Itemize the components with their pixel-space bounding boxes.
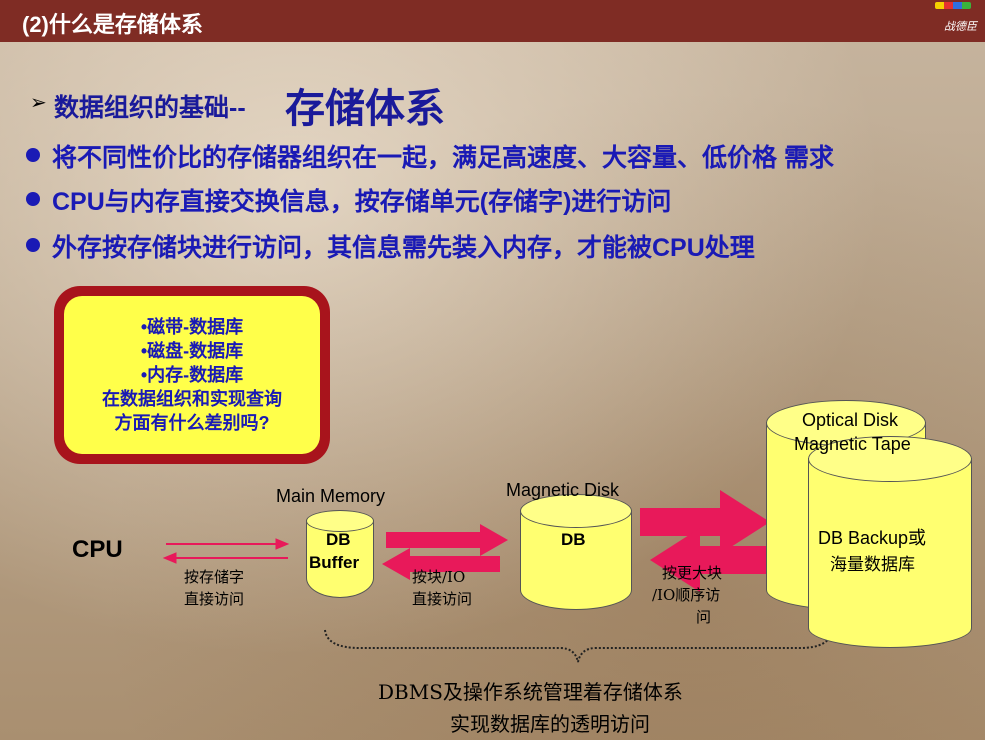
backup-label-2: 海量数据库 bbox=[830, 555, 915, 575]
access-large-label-3: 问 bbox=[696, 608, 712, 626]
magnetic-disk-label: Magnetic Disk bbox=[506, 480, 620, 500]
access-block-label-1: 按块/IO bbox=[412, 568, 466, 586]
brace bbox=[324, 629, 833, 663]
main-memory-label: Main Memory bbox=[276, 486, 386, 506]
magnetic-tape-label: Magnetic Tape bbox=[794, 434, 911, 454]
cpu-label: CPU bbox=[72, 536, 123, 563]
disk-db-label: DB bbox=[561, 530, 586, 549]
cpu-memory-arrow bbox=[162, 538, 290, 564]
disk-cylinder bbox=[520, 494, 632, 610]
backup-label-1: DB Backup或 bbox=[818, 528, 927, 548]
access-large-label-2: /IO顺序访 bbox=[652, 586, 721, 604]
access-word-label-2: 直接访问 bbox=[184, 590, 245, 608]
footer-line-2: 实现数据库的透明访问 bbox=[450, 712, 650, 736]
optical-disk-label: Optical Disk bbox=[802, 410, 899, 430]
access-large-label-1: 按更大块 bbox=[662, 564, 723, 582]
access-word-label-1: 按存储字 bbox=[184, 568, 245, 586]
db-buffer-label-1: DB bbox=[326, 530, 351, 549]
db-buffer-label-2: Buffer bbox=[309, 553, 360, 572]
access-block-label-2: 直接访问 bbox=[412, 590, 473, 608]
footer-line-1: DBMS及操作系统管理着存储体系 bbox=[378, 680, 683, 704]
